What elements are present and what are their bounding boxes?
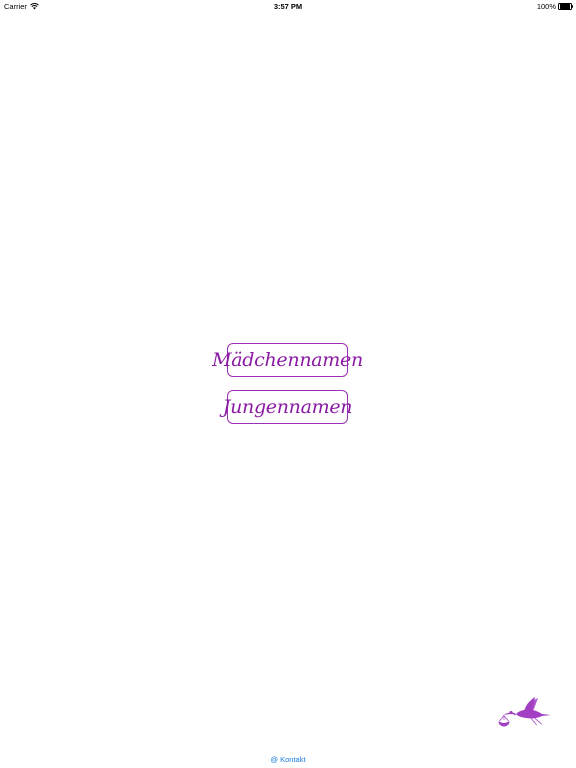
stork-icon — [496, 694, 552, 730]
battery-fill — [559, 4, 571, 9]
clock: 3:57 PM — [273, 2, 303, 11]
battery-icon — [558, 2, 574, 11]
status-right: 100% — [536, 2, 574, 11]
boys-names-button[interactable]: Jungennamen — [223, 390, 353, 424]
status-bar: Carrier 3:57 PM 100% — [0, 0, 576, 12]
contact-link[interactable]: @ Kontakt — [0, 755, 576, 764]
battery-percent: 100% — [536, 2, 556, 11]
app-screen: Carrier 3:57 PM 100% Mädchennamen Jungen… — [0, 0, 576, 768]
girls-names-button[interactable]: Mädchennamen — [212, 343, 363, 377]
